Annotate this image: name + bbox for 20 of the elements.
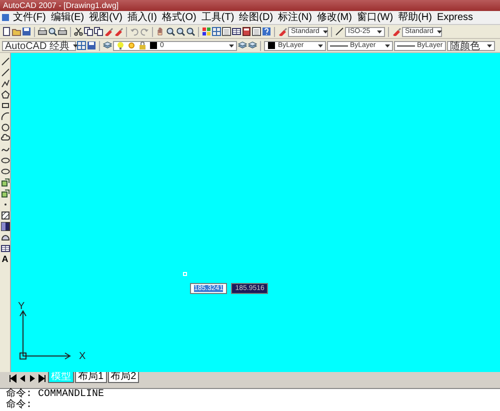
menu-item[interactable]: 帮助(H) bbox=[397, 12, 433, 24]
menu-item[interactable]: 视图(V) bbox=[88, 12, 124, 24]
menu-item[interactable]: Express bbox=[436, 12, 474, 24]
workspace-dropdown[interactable]: AutoCAD 经典 bbox=[2, 40, 76, 50]
plot-style-dropdown[interactable]: 随颜色 bbox=[447, 40, 495, 50]
menu-item[interactable]: 编辑(E) bbox=[50, 12, 86, 24]
menu-item[interactable]: 格式(O) bbox=[160, 12, 198, 24]
menu-item[interactable]: 窗口(W) bbox=[356, 12, 394, 24]
menu-item[interactable]: 插入(I) bbox=[126, 12, 158, 24]
x-axis-label: X bbox=[79, 352, 86, 362]
y-axis-label: Y bbox=[18, 302, 25, 312]
menu-item[interactable]: 文件(F) bbox=[12, 12, 47, 24]
menu-item[interactable]: 标注(N) bbox=[277, 12, 313, 24]
window-title: AutoCAD 2007 - [Drawing1.dwg] bbox=[3, 1, 119, 10]
text-tool[interactable]: A bbox=[2, 255, 8, 264]
command-line: 命令: bbox=[6, 400, 34, 411]
menu-item[interactable]: 工具(T) bbox=[200, 12, 236, 24]
menu-item[interactable]: 修改(M) bbox=[316, 12, 353, 24]
menu-item[interactable]: 绘图(D) bbox=[238, 12, 274, 24]
command-line: 命令: COMMANDLINE bbox=[6, 389, 106, 400]
